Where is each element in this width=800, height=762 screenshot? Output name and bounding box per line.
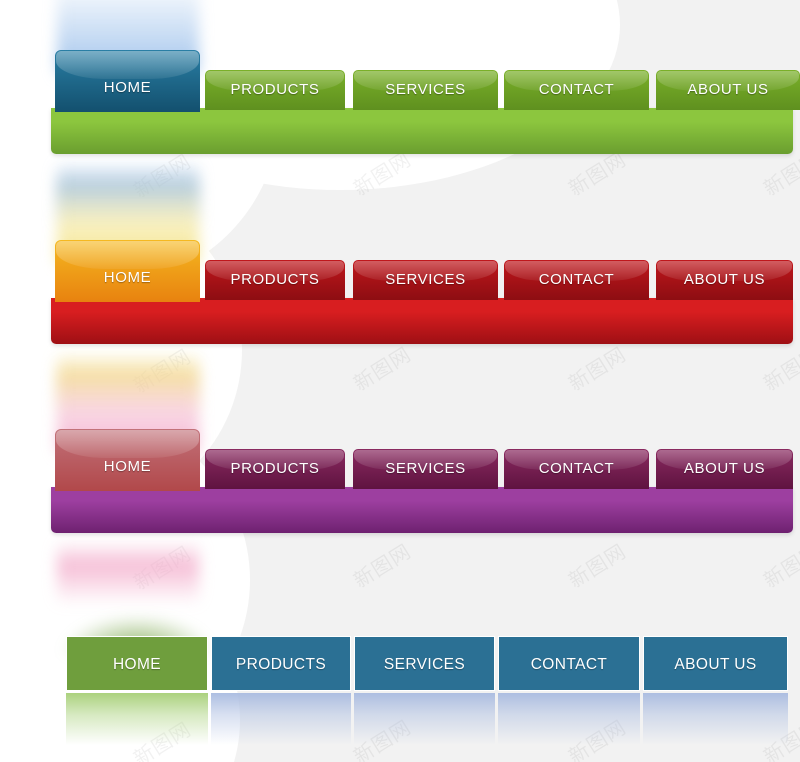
nav-item-services[interactable]: SERVICES xyxy=(353,260,498,300)
nav-item-label: CONTACT xyxy=(538,460,615,477)
nav-item-label: CONTACT xyxy=(538,81,615,98)
nav-item-about-us[interactable]: ABOUT US xyxy=(656,70,800,110)
watermark: 新图网 xyxy=(129,540,196,595)
nav-item-about-us[interactable]: ABOUT US xyxy=(656,260,793,300)
nav-item-label: CONTACT xyxy=(538,271,615,288)
nav-item-products[interactable]: PRODUCTS xyxy=(211,636,351,691)
watermark: 新图网 xyxy=(759,714,800,762)
nav-item-contact[interactable]: CONTACT xyxy=(504,260,649,300)
nav-item-label: PRODUCTS xyxy=(230,81,320,98)
nav-item-label: ABOUT US xyxy=(683,460,766,477)
watermark: 新图网 xyxy=(759,538,800,593)
nav-item-label: PRODUCTS xyxy=(230,460,320,477)
nav-item-label: ABOUT US xyxy=(674,656,757,673)
nav-item-label: ABOUT US xyxy=(683,271,766,288)
watermark: 新图网 xyxy=(349,538,416,593)
watermark: 新图网 xyxy=(129,716,196,762)
nav-item-products[interactable]: PRODUCTS xyxy=(205,449,345,489)
nav-item-label: HOME xyxy=(103,458,152,475)
nav-item-products[interactable]: PRODUCTS xyxy=(205,70,345,110)
nav-item-contact[interactable]: CONTACT xyxy=(498,636,640,691)
nav-item-contact[interactable]: CONTACT xyxy=(504,449,649,489)
nav-item-products[interactable]: PRODUCTS xyxy=(205,260,345,300)
nav-item-home[interactable]: HOME xyxy=(55,240,200,302)
watermark: 新图网 xyxy=(564,538,631,593)
navbar-red-tabs: HOME PRODUCTS SERVICES CONTACT ABOUT US xyxy=(0,240,800,306)
nav-item-label: HOME xyxy=(112,656,162,673)
navbar-purple-tabs: HOME PRODUCTS SERVICES CONTACT ABOUT US xyxy=(0,429,800,495)
navbar-green-tabs: HOME PRODUCTS SERVICES CONTACT ABOUT US xyxy=(0,50,800,116)
navigation-bar-showcase: 新图网 新图网 新图网 新图网 新图网 新图网 新图网 新图网 新图网 新图网 … xyxy=(0,0,800,762)
nav-item-label: HOME xyxy=(103,269,152,286)
nav-item-label: PRODUCTS xyxy=(230,271,320,288)
watermark: 新图网 xyxy=(564,714,631,762)
nav-item-contact[interactable]: CONTACT xyxy=(504,70,649,110)
nav-item-reflection xyxy=(66,693,208,745)
nav-item-label: SERVICES xyxy=(385,81,466,98)
nav-item-about-us[interactable]: ABOUT US xyxy=(643,636,788,691)
nav-item-services[interactable]: SERVICES xyxy=(354,636,495,691)
nav-item-reflection xyxy=(498,693,640,745)
watermark: 新图网 xyxy=(349,341,416,396)
nav-item-home[interactable]: HOME xyxy=(55,50,200,112)
watermark: 新图网 xyxy=(129,343,196,398)
nav-item-label: SERVICES xyxy=(383,656,466,673)
nav-item-home[interactable]: HOME xyxy=(66,636,208,691)
watermark: 新图网 xyxy=(349,714,416,762)
watermark: 新图网 xyxy=(759,341,800,396)
nav-item-reflection xyxy=(211,693,351,745)
nav-item-about-us[interactable]: ABOUT US xyxy=(656,449,793,489)
nav-item-home[interactable]: HOME xyxy=(55,429,200,491)
nav-item-label: SERVICES xyxy=(385,460,466,477)
nav-item-label: CONTACT xyxy=(530,656,608,673)
watermark: 新图网 xyxy=(564,341,631,396)
nav-item-reflection xyxy=(354,693,495,745)
nav-item-services[interactable]: SERVICES xyxy=(353,70,498,110)
nav-item-label: PRODUCTS xyxy=(235,656,327,673)
nav-item-label: SERVICES xyxy=(385,271,466,288)
nav-item-label: HOME xyxy=(103,79,152,96)
nav-item-label: ABOUT US xyxy=(687,81,769,98)
watermark: 新图网 xyxy=(129,148,196,203)
nav-item-services[interactable]: SERVICES xyxy=(353,449,498,489)
nav-item-reflection xyxy=(643,693,788,745)
